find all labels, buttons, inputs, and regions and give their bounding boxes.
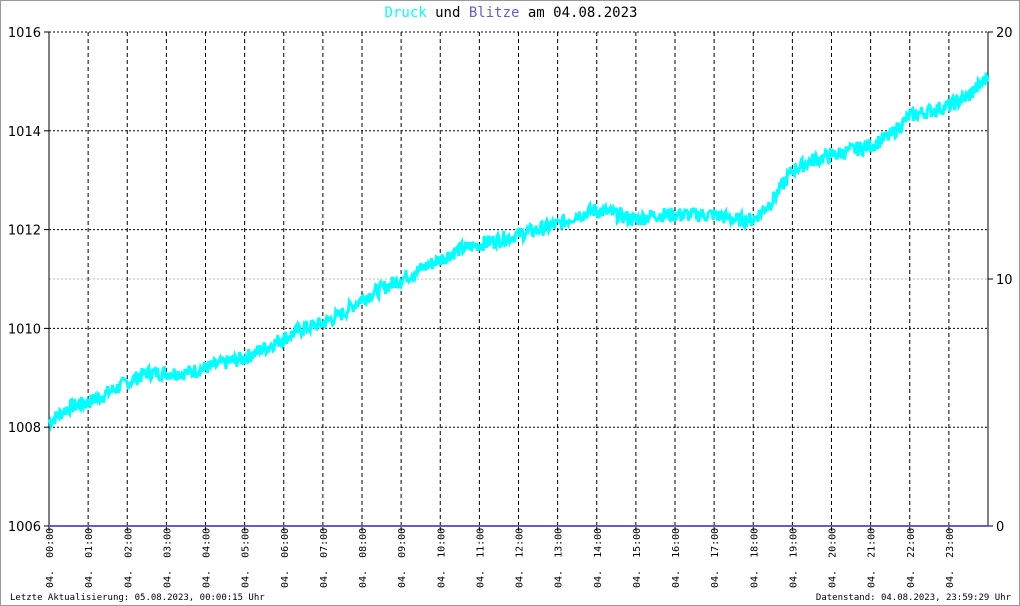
y-left-tick-label: 1010 xyxy=(8,322,41,337)
y-left-tick-label: 1008 xyxy=(8,421,41,436)
x-tick-label: 04. 21:00 xyxy=(867,528,878,588)
chart-plot: 1006 1008 1010 1012 1014 1016 0 10 20 04. 00:00 04… xyxy=(8,26,1013,588)
y-right-tick-label: 0 xyxy=(996,520,1004,535)
y-right-tick-label: 10 xyxy=(996,273,1013,288)
x-tick-label: 04. 19:00 xyxy=(788,528,799,588)
x-tick-label: 04. 00:00 xyxy=(45,528,56,588)
x-tick-label: 04. 20:00 xyxy=(828,528,839,588)
x-tick-label: 04. 18:00 xyxy=(749,528,760,588)
x-tick-label: 04. 09:00 xyxy=(397,528,408,588)
x-tick-label: 04. 11:00 xyxy=(475,528,486,588)
chart-window: Druck und Blitze am 04.08.2023 1006 1008 1… xyxy=(0,0,1020,606)
x-tick-label: 04. 12:00 xyxy=(515,528,526,588)
x-tick-label: 04. 03:00 xyxy=(162,528,173,588)
y-left-tick-label: 1006 xyxy=(8,520,41,535)
footer-data-status: Datenstand: 04.08.2023, 23:59:29 Uhr xyxy=(815,593,1011,603)
x-tick-label: 04. 16:00 xyxy=(671,528,682,588)
x-tick-label: 04. 23:00 xyxy=(945,528,956,588)
x-tick-label: 04. 04:00 xyxy=(202,528,213,588)
footer-last-update: Letzte Aktualisierung: 05.08.2023, 00:00… xyxy=(10,593,265,603)
x-tick-label: 04. 02:00 xyxy=(123,528,134,588)
x-tick-label: 04. 10:00 xyxy=(436,528,447,588)
x-tick-label: 04. 22:00 xyxy=(906,528,917,588)
x-tick-label: 04. 01:00 xyxy=(84,528,95,588)
x-tick-label: 04. 14:00 xyxy=(593,528,604,588)
x-tick-label: 04. 17:00 xyxy=(710,528,721,588)
y-right-tick-label: 20 xyxy=(996,26,1013,41)
y-left-tick-label: 1014 xyxy=(8,125,41,140)
x-tick-label: 04. 07:00 xyxy=(319,528,330,588)
x-tick-label: 04. 08:00 xyxy=(358,528,369,588)
x-tick-label: 04. 06:00 xyxy=(280,528,291,588)
x-tick-label: 04. 15:00 xyxy=(632,528,643,588)
x-tick-label: 04. 13:00 xyxy=(554,528,565,588)
y-left-tick-label: 1016 xyxy=(8,26,41,41)
y-left-tick-label: 1012 xyxy=(8,224,41,239)
x-tick-label: 04. 05:00 xyxy=(241,528,252,588)
